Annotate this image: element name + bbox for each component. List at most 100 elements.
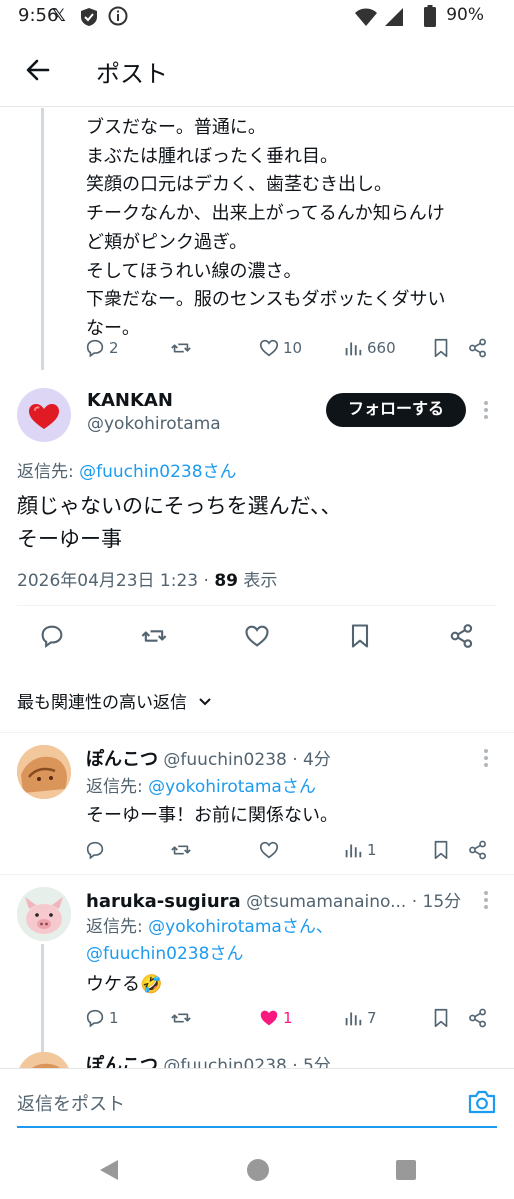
- reply-button[interactable]: 2: [84, 337, 119, 359]
- views-button[interactable]: 660: [342, 337, 396, 359]
- more-options-icon[interactable]: [484, 401, 490, 422]
- pig-avatar-icon: [17, 887, 71, 941]
- parent-action-bar: 2 10 660: [84, 337, 504, 361]
- main-post-text: 顔じゃないのにそっちを選んだ、、 そーゆー事: [17, 490, 341, 556]
- post-datetime: 2026年04月23日 1:23 ·: [17, 571, 215, 591]
- reply-to-line: 返信先: @yokohirotamaさん、 @fuuchin0238さん: [86, 914, 333, 968]
- share-icon[interactable]: [467, 337, 489, 359]
- text-line: 下衆だなー。服のセンスもダボッたくダサい: [86, 289, 446, 311]
- reply-author-name[interactable]: haruka-sugiura: [86, 891, 241, 912]
- repost-icon[interactable]: [170, 839, 192, 861]
- text-line: まぶたは腫れぼったく垂れ目。: [86, 145, 338, 167]
- reply-to-label: 返信先:: [17, 462, 80, 482]
- share-icon[interactable]: [467, 1007, 489, 1029]
- reply-to-label: 返信先:: [86, 777, 149, 797]
- reply-count: 2: [109, 339, 119, 357]
- status-bar: 9:56 𝕏 90%: [0, 0, 514, 34]
- like-count: 1: [283, 1009, 293, 1027]
- follow-button[interactable]: フォローする: [326, 393, 466, 427]
- more-options-icon[interactable]: [484, 891, 490, 912]
- text-line: ど頬がピンク過ぎ。: [86, 231, 248, 253]
- heart-icon[interactable]: [243, 622, 271, 650]
- analytics-icon: [345, 1012, 362, 1026]
- bookmark-icon[interactable]: [430, 1007, 452, 1029]
- views-count: 7: [367, 1009, 377, 1027]
- views-label: 表示: [238, 571, 278, 591]
- info-icon: [108, 6, 128, 26]
- bookmark-icon[interactable]: [346, 622, 374, 650]
- reply-to-handle-link[interactable]: @yokohirotamaさん: [148, 777, 316, 797]
- divider: [0, 1068, 514, 1069]
- text-line: ブスだなー。普通に。: [86, 117, 266, 138]
- bookmark-icon[interactable]: [430, 839, 452, 861]
- divider: [17, 605, 497, 606]
- reply-button[interactable]: 1: [84, 1007, 119, 1029]
- reply-author-handle[interactable]: @tsumamanaino... · 15分: [246, 892, 461, 912]
- text-line: そーゆー事: [17, 527, 122, 551]
- battery-level: 90%: [446, 5, 484, 25]
- chevron-down-icon: [199, 697, 211, 705]
- more-options-icon[interactable]: [484, 749, 490, 770]
- avatar[interactable]: [17, 887, 71, 941]
- heart-icon[interactable]: [258, 839, 280, 861]
- like-button[interactable]: 1: [258, 1007, 293, 1029]
- reply-composer: 返信をポスト: [0, 1068, 514, 1136]
- reply-action-bar: 1: [84, 839, 504, 863]
- reply-author-name[interactable]: ぽんこつ: [86, 749, 158, 770]
- text-line: 顔じゃないのにそっちを選んだ、、: [17, 494, 342, 518]
- text-line: そしてほうれい線の濃さ。: [86, 260, 302, 282]
- avatar[interactable]: [17, 745, 71, 799]
- nav-home-icon[interactable]: [246, 1158, 270, 1182]
- repost-icon[interactable]: [170, 337, 192, 359]
- reply-text: ウケる🤣: [86, 974, 163, 995]
- reply-to-handle-link[interactable]: @fuuchin0238さん: [79, 462, 236, 482]
- share-icon[interactable]: [467, 839, 489, 861]
- nav-recents-icon[interactable]: [395, 1159, 417, 1181]
- views-button[interactable]: 7: [342, 1007, 377, 1029]
- reply-author-handle[interactable]: @fuuchin0238 · 4分: [163, 750, 330, 770]
- battery-icon: [424, 5, 436, 27]
- reply-icon[interactable]: [84, 839, 106, 861]
- share-icon[interactable]: [448, 622, 476, 650]
- reply-to-handle-link[interactable]: @yokohirotamaさん、: [148, 917, 333, 937]
- reply-icon: [86, 1009, 104, 1028]
- camera-icon[interactable]: [467, 1088, 497, 1116]
- like-count: 10: [283, 339, 303, 357]
- author-name[interactable]: KANKAN: [87, 390, 173, 411]
- views-count: 660: [367, 339, 396, 357]
- sort-dropdown[interactable]: 最も関連性の高い返信: [17, 688, 213, 713]
- divider: [0, 732, 514, 733]
- reply-to-handle-link[interactable]: @fuuchin0238さん: [86, 944, 243, 964]
- avatar[interactable]: [17, 388, 71, 442]
- like-button[interactable]: 10: [258, 337, 302, 359]
- reply-input[interactable]: 返信をポスト: [17, 1090, 125, 1116]
- views-button[interactable]: 1: [342, 839, 377, 861]
- system-nav-bar: [0, 1140, 514, 1199]
- reply-icon[interactable]: [38, 622, 66, 650]
- reply-text: そーゆー事！お前に関係ない。: [86, 805, 338, 826]
- author-handle[interactable]: @yokohirotama: [87, 414, 221, 434]
- back-arrow-icon[interactable]: [22, 54, 54, 86]
- parent-post-text: ブスだなー。普通に。 まぶたは腫れぼったく垂れ目。 笑顔の口元はデカく、歯茎むき…: [86, 114, 501, 344]
- nav-back-icon[interactable]: [98, 1158, 120, 1182]
- repost-icon[interactable]: [140, 622, 168, 650]
- views-count: 1: [367, 841, 377, 859]
- bookmark-icon[interactable]: [430, 337, 452, 359]
- x-app-icon: 𝕏: [52, 6, 66, 26]
- reply-to-label: 返信先:: [86, 917, 149, 937]
- text-line: チークなんか、出来上がってるんか知らんけ: [86, 203, 445, 225]
- reply-icon: [86, 339, 104, 358]
- thread-line: [41, 108, 44, 370]
- views-count[interactable]: 89: [214, 571, 238, 591]
- repost-icon[interactable]: [170, 1007, 192, 1029]
- input-underline: [17, 1126, 497, 1128]
- header-divider: [0, 106, 514, 107]
- signal-icon: [385, 8, 403, 26]
- post-meta: 2026年04月23日 1:23 · 89 表示: [17, 566, 277, 591]
- heart-avatar-icon: [29, 404, 59, 429]
- heart-icon: [259, 339, 279, 357]
- reply-header: ぽんこつ @fuuchin0238 · 4分: [86, 745, 331, 771]
- reply-action-bar: 1 1 7: [84, 1007, 504, 1031]
- reply-header: haruka-sugiura @tsumamanaino... · 15分: [86, 887, 506, 912]
- text-line: 笑顔の口元はデカく、歯茎むき出し。: [86, 174, 392, 196]
